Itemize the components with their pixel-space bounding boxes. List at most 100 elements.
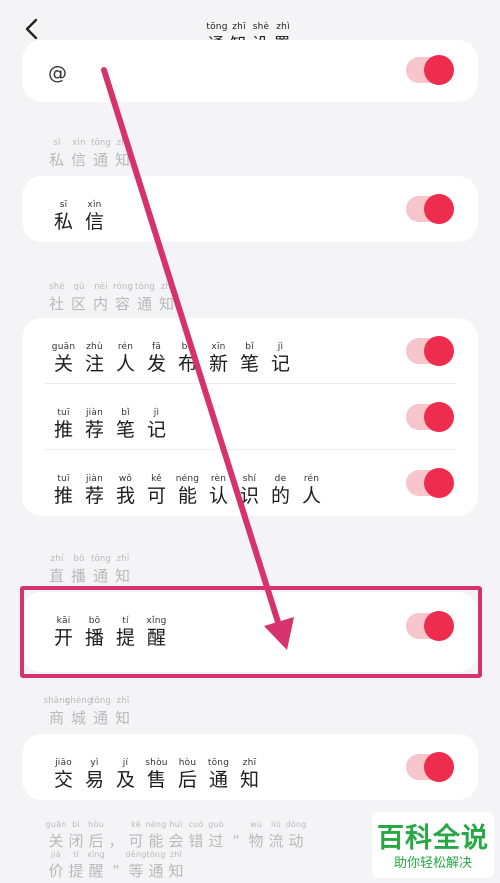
hanzi: “: [232, 832, 240, 850]
ruby-char: bǐ 笔: [234, 342, 265, 375]
toggle-people-you-may-know[interactable]: [406, 468, 454, 498]
hanzi: 易: [84, 769, 104, 791]
hanzi: 知: [239, 769, 259, 791]
row-recommended-notes[interactable]: tuī 推 jiàn 荐 bǐ 笔 jì 记: [22, 384, 478, 450]
card-dm: sī 私 xìn 信: [22, 176, 478, 242]
pinyin: xīn: [211, 342, 226, 352]
hanzi: 过: [208, 832, 224, 850]
pinyin: bù: [181, 342, 194, 352]
hanzi: 流: [268, 832, 284, 850]
section-label-mall: shāng 商 chéng 城 tōng 通 zhī 知: [44, 688, 134, 729]
pinyin: tōng: [90, 138, 112, 148]
toggle-recommended-notes[interactable]: [406, 402, 454, 432]
watermark-logo: 百科全说 助你轻松解决: [372, 812, 494, 878]
pinyin: jiàn: [85, 474, 104, 484]
toggle-mentions[interactable]: [406, 55, 454, 85]
pinyin: shè: [49, 282, 65, 292]
ruby-char: nèi 内: [90, 282, 112, 315]
pinyin: zhī: [169, 850, 183, 859]
ruby-char: chéng 城: [65, 696, 92, 729]
ruby-char: tōng 通: [90, 138, 112, 171]
pinyin: hòu: [88, 820, 104, 829]
pinyin: hòu: [178, 758, 197, 768]
hanzi: 荐: [84, 485, 104, 507]
pinyin: xìn: [87, 200, 102, 210]
pinyin: cuò: [188, 820, 204, 829]
ruby-char: rèn 认: [203, 474, 234, 507]
hanzi: 布: [177, 353, 197, 375]
hanzi: 等: [128, 862, 144, 880]
pinyin: guān: [51, 342, 76, 352]
hanzi: 私: [53, 211, 73, 233]
row-label: sī 私 xìn 信: [48, 192, 110, 233]
pinyin: huì: [169, 820, 183, 829]
row-people-you-may-know[interactable]: tuī 推 jiàn 荐 wǒ 我 kě 可 néng 能 rèn 认 shí 识 de 的 rén 人: [22, 450, 478, 516]
pinyin: jià: [51, 850, 61, 859]
hanzi: 可: [146, 485, 166, 507]
pinyin: liú: [270, 820, 282, 829]
ruby-char: zhī知: [234, 758, 265, 791]
hanzi: 识: [239, 485, 259, 507]
toggle-knob: [424, 55, 454, 85]
row-dm[interactable]: sī 私 xìn 信: [22, 176, 478, 242]
ruby-char: jiàn 荐: [79, 408, 110, 441]
toggle-orders-after-sales[interactable]: [406, 752, 454, 782]
pinyin: xìn: [72, 138, 86, 148]
hanzi: 关: [53, 353, 73, 375]
hanzi: 交: [53, 769, 73, 791]
ruby-char: tuī 推: [48, 474, 79, 507]
pinyin: rén: [117, 342, 134, 352]
ruby-char: cuò 错: [186, 819, 206, 852]
pinyin: néng: [175, 474, 200, 484]
pinyin: shè: [252, 22, 270, 32]
toggle-knob: [424, 468, 454, 498]
pinyin: wù: [249, 820, 262, 829]
ruby-char: de 的: [265, 474, 296, 507]
hanzi: 知: [168, 862, 184, 880]
ruby-char: guò 过: [206, 819, 226, 852]
watermark-slogan: 助你轻松解决: [393, 856, 472, 871]
hanzi: 通: [136, 295, 153, 313]
hanzi: 知: [158, 295, 175, 313]
pinyin: qū: [73, 282, 85, 292]
row-mentions[interactable]: @: [22, 40, 478, 102]
pinyin: tōng: [134, 282, 156, 292]
pinyin: kě: [151, 474, 162, 484]
ruby-char: liú 流: [266, 819, 286, 852]
pinyin: sī: [59, 200, 68, 210]
hanzi: 私: [48, 151, 65, 169]
hanzi: 及: [115, 769, 135, 791]
ruby-char: zhí 直: [46, 554, 68, 587]
row-label: tuī 推 jiàn 荐 wǒ 我 kě 可 néng 能 rèn 认 shí 识 de 的 rén 人: [48, 466, 327, 507]
hanzi: 新: [208, 353, 228, 375]
ruby-char: zhī 知: [166, 849, 186, 882]
pinyin: tuī: [57, 474, 70, 484]
toggle-dm[interactable]: [406, 194, 454, 224]
ruby-char: “: [226, 830, 246, 852]
ruby-char: bù 布: [172, 342, 203, 375]
hanzi: 醒: [88, 862, 104, 880]
card-mall: jiāo 交 yì 易 jí 及 shòu 售 hòu 后 tōng 通 zhī 知: [22, 734, 478, 800]
ruby-char: jiàn 荐: [79, 474, 110, 507]
ruby-char: sī 私: [48, 200, 79, 233]
pinyin: zhí: [50, 554, 64, 564]
pinyin: tōng: [206, 22, 228, 32]
ruby-char: rén 人: [296, 474, 327, 507]
pinyin: jì: [153, 408, 160, 418]
row-following-posts[interactable]: guān 关 zhù 注 rén 人 fā 发 bù 布 xīn 新 bǐ 笔 jì 记: [22, 318, 478, 384]
hanzi: 通: [208, 769, 228, 791]
hanzi: 通: [92, 709, 109, 727]
ruby-char: jì 记: [141, 408, 172, 441]
ruby-char: jí 及: [110, 758, 141, 791]
hanzi: 人: [115, 353, 135, 375]
ruby-char: jì 记: [265, 342, 296, 375]
ruby-char: róng 容: [112, 282, 134, 315]
pinyin: tōng: [90, 696, 112, 706]
row-orders-after-sales[interactable]: jiāo 交 yì 易 jí 及 shòu 售 hòu 后 tōng 通 zhī 知: [22, 734, 478, 800]
hanzi: 通: [148, 862, 164, 880]
ruby-char: qū 区: [68, 282, 90, 315]
toggle-following-posts[interactable]: [406, 336, 454, 366]
pinyin: zhù: [86, 342, 103, 352]
hanzi: ”: [112, 862, 120, 880]
pinyin: xǐng: [87, 850, 105, 859]
